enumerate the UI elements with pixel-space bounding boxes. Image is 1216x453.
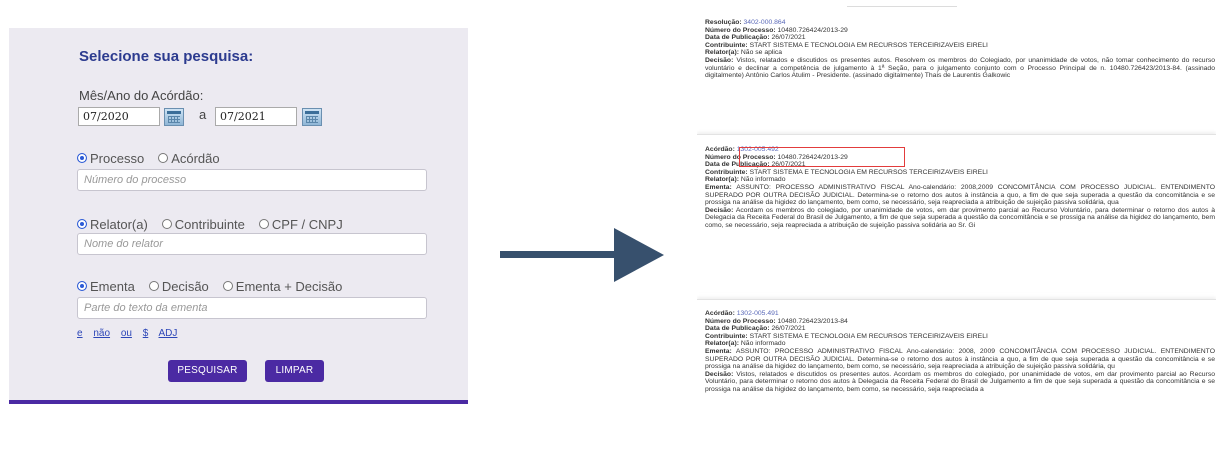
panel-accent-bar [9,400,468,404]
arrow-shaft [500,251,618,258]
radio-contribuinte[interactable]: Contribuinte [161,217,245,232]
process-number-input[interactable]: Número do processo [77,169,427,191]
process-type-radio-group: Processo Acórdão [77,150,234,166]
date-separator: a [199,107,207,122]
radio-ementa-decisao[interactable]: Ementa + Decisão [222,279,342,294]
operator-e-link[interactable]: e [77,328,83,339]
date-to-input[interactable]: 07/2021 [215,107,297,126]
clear-button[interactable]: LIMPAR [265,360,324,382]
result-card: Acórdão: 1302-005.491 Número do Processo… [697,299,1216,453]
search-title: Selecione sua pesquisa: [79,48,254,65]
search-button[interactable]: PESQUISAR [168,360,247,382]
text-type-radio-group: Ementa Decisão Ementa + Decisão [77,278,356,294]
process-number-highlight [739,147,905,167]
operator-ou-link[interactable]: ou [121,328,132,339]
search-operators: e não ou $ ADJ [77,328,185,339]
radio-selected-icon [77,153,87,163]
person-type-radio-group: Relator(a) Contribuinte CPF / CNPJ [77,216,357,232]
radio-unselected-icon [158,153,169,163]
radio-selected-icon [77,219,87,229]
arrow-right-icon [614,228,664,282]
radio-decisao[interactable]: Decisão [148,279,209,294]
month-year-label: Mês/Ano do Acórdão: [79,88,204,103]
result-id-link[interactable]: 3402-000.864 [744,19,786,26]
result-card: Resolução: 3402-000.864 Número do Proces… [697,15,1216,127]
radio-unselected-icon [222,281,233,291]
operator-adj-link[interactable]: ADJ [159,328,178,339]
radio-ementa[interactable]: Ementa [77,279,135,294]
operator-dollar-link[interactable]: $ [143,328,149,339]
date-from-input[interactable]: 07/2020 [78,107,160,126]
radio-acordao[interactable]: Acórdão [158,151,220,166]
radio-unselected-icon [258,219,269,229]
radio-processo[interactable]: Processo [77,151,144,166]
radio-cpf-cnpj[interactable]: CPF / CNPJ [258,217,343,232]
ementa-text-input[interactable]: Parte do texto da ementa [77,297,427,319]
calendar-icon[interactable] [164,108,184,126]
calendar-icon[interactable] [302,108,322,126]
relator-name-input[interactable]: Nome do relator [77,233,427,255]
operator-nao-link[interactable]: não [93,328,110,339]
radio-selected-icon [77,281,87,291]
results-top-divider [847,6,957,7]
radio-unselected-icon [161,219,172,229]
results-list: Resolução: 3402-000.864 Número do Proces… [697,0,1216,453]
radio-relator[interactable]: Relator(a) [77,217,148,232]
radio-unselected-icon [148,281,159,291]
result-id-link[interactable]: 1302-005.491 [737,310,779,317]
